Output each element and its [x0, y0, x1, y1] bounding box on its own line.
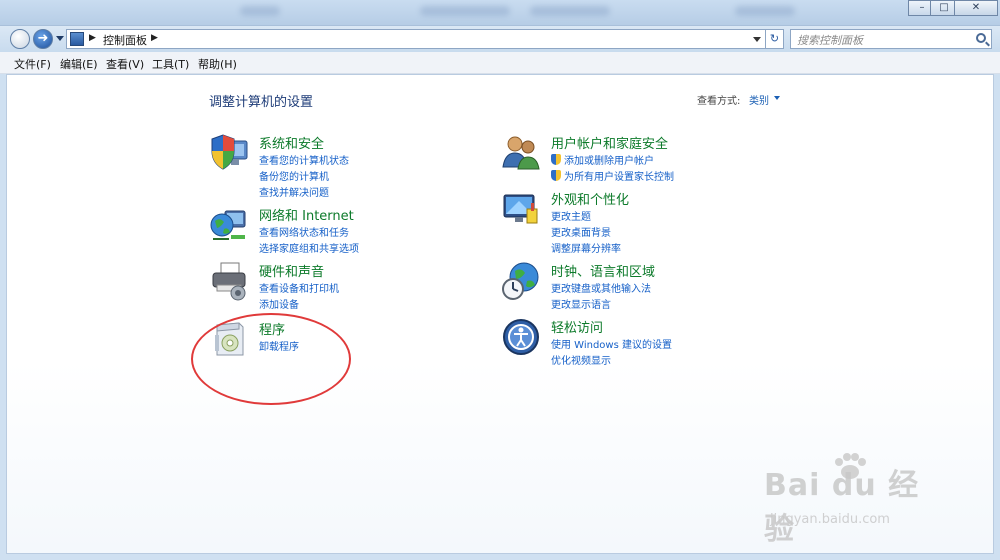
category-link[interactable]: 备份您的计算机: [259, 168, 329, 183]
shield-computer-icon[interactable]: [209, 133, 249, 173]
category-title[interactable]: 用户帐户和家庭安全: [551, 133, 668, 152]
close-button[interactable]: ✕: [954, 0, 998, 16]
breadcrumb-control-panel[interactable]: 控制面板: [103, 32, 147, 48]
annotation-circle: [191, 313, 351, 405]
category-link[interactable]: 查找并解决问题: [259, 184, 329, 199]
printer-icon[interactable]: [209, 261, 249, 301]
category-link[interactable]: 更改主题: [551, 208, 591, 223]
blurred-title-fragment: [240, 6, 280, 16]
category-link[interactable]: 查看网络状态和任务: [259, 224, 349, 239]
monitor-personalize-icon[interactable]: [501, 189, 541, 229]
category-link[interactable]: 优化视频显示: [551, 352, 611, 367]
ease-of-access-icon[interactable]: [501, 317, 541, 357]
category-title[interactable]: 外观和个性化: [551, 189, 629, 208]
category-link[interactable]: 更改桌面背景: [551, 224, 611, 239]
baidu-jingyan-watermark: Bai du 经验 jingyan.baidu.com: [764, 453, 944, 547]
category-link[interactable]: 更改显示语言: [551, 296, 611, 311]
category-title[interactable]: 系统和安全: [259, 133, 324, 152]
category-title[interactable]: 网络和 Internet: [259, 205, 354, 224]
category-link[interactable]: 选择家庭组和共享选项: [259, 240, 359, 255]
address-box[interactable]: ▶ 控制面板 ▶: [66, 29, 766, 49]
address-dropdown-icon[interactable]: [753, 37, 761, 42]
blurred-title-fragment: [420, 6, 510, 16]
category-link[interactable]: 查看您的计算机状态: [259, 152, 349, 167]
category-link[interactable]: 添加或删除用户帐户: [551, 152, 654, 167]
uac-shield-icon: [551, 154, 561, 165]
menu-file[interactable]: 文件(F): [14, 56, 51, 72]
refresh-button[interactable]: ↻: [766, 29, 784, 49]
chevron-down-icon[interactable]: [774, 96, 780, 100]
category-title[interactable]: 时钟、语言和区域: [551, 261, 655, 280]
blurred-title-fragment: [735, 6, 795, 16]
menubar: 文件(F) 编辑(E) 查看(V) 工具(T) 帮助(H): [0, 52, 1000, 74]
clock-globe-icon[interactable]: [501, 261, 541, 301]
search-input[interactable]: 搜索控制面板: [790, 29, 992, 49]
view-by-dropdown[interactable]: 类别: [749, 92, 769, 107]
network-globe-icon[interactable]: [209, 205, 249, 245]
blurred-title-fragment: [530, 6, 610, 16]
menu-edit[interactable]: 编辑(E): [60, 56, 98, 72]
breadcrumb-arrow-icon[interactable]: ▶: [89, 33, 96, 43]
view-by-label: 查看方式:: [697, 96, 741, 107]
category-link[interactable]: 查看设备和打印机: [259, 280, 339, 295]
uac-shield-icon: [551, 170, 561, 181]
page-title: 调整计算机的设置: [209, 95, 314, 110]
category-title[interactable]: 轻松访问: [551, 317, 603, 336]
users-icon[interactable]: [501, 133, 541, 173]
search-icon[interactable]: [976, 33, 986, 43]
category-link[interactable]: 使用 Windows 建议的设置: [551, 336, 672, 351]
search-placeholder: 搜索控制面板: [797, 34, 863, 47]
watermark-logo: Bai du 经验: [764, 468, 920, 547]
menu-tools[interactable]: 工具(T): [152, 56, 189, 72]
back-button[interactable]: [10, 29, 30, 49]
menu-view[interactable]: 查看(V): [106, 56, 144, 72]
category-title[interactable]: 硬件和声音: [259, 261, 324, 280]
category-link[interactable]: 为所有用户设置家长控制: [551, 168, 674, 183]
breadcrumb-arrow-icon[interactable]: ▶: [151, 33, 158, 43]
category-link[interactable]: 调整屏幕分辨率: [551, 240, 621, 255]
address-toolbar: ➜ ▶ 控制面板 ▶ ↻ 搜索控制面板: [0, 26, 1000, 52]
menu-help[interactable]: 帮助(H): [198, 56, 237, 72]
category-link[interactable]: 添加设备: [259, 296, 299, 311]
watermark-url: jingyan.baidu.com: [770, 512, 890, 527]
control-panel-icon: [70, 32, 84, 46]
category-link[interactable]: 更改键盘或其他输入法: [551, 280, 651, 295]
forward-button[interactable]: ➜: [33, 29, 53, 49]
window-titlebar: – □ ✕: [0, 0, 1000, 26]
recent-pages-dropdown[interactable]: [56, 36, 64, 41]
